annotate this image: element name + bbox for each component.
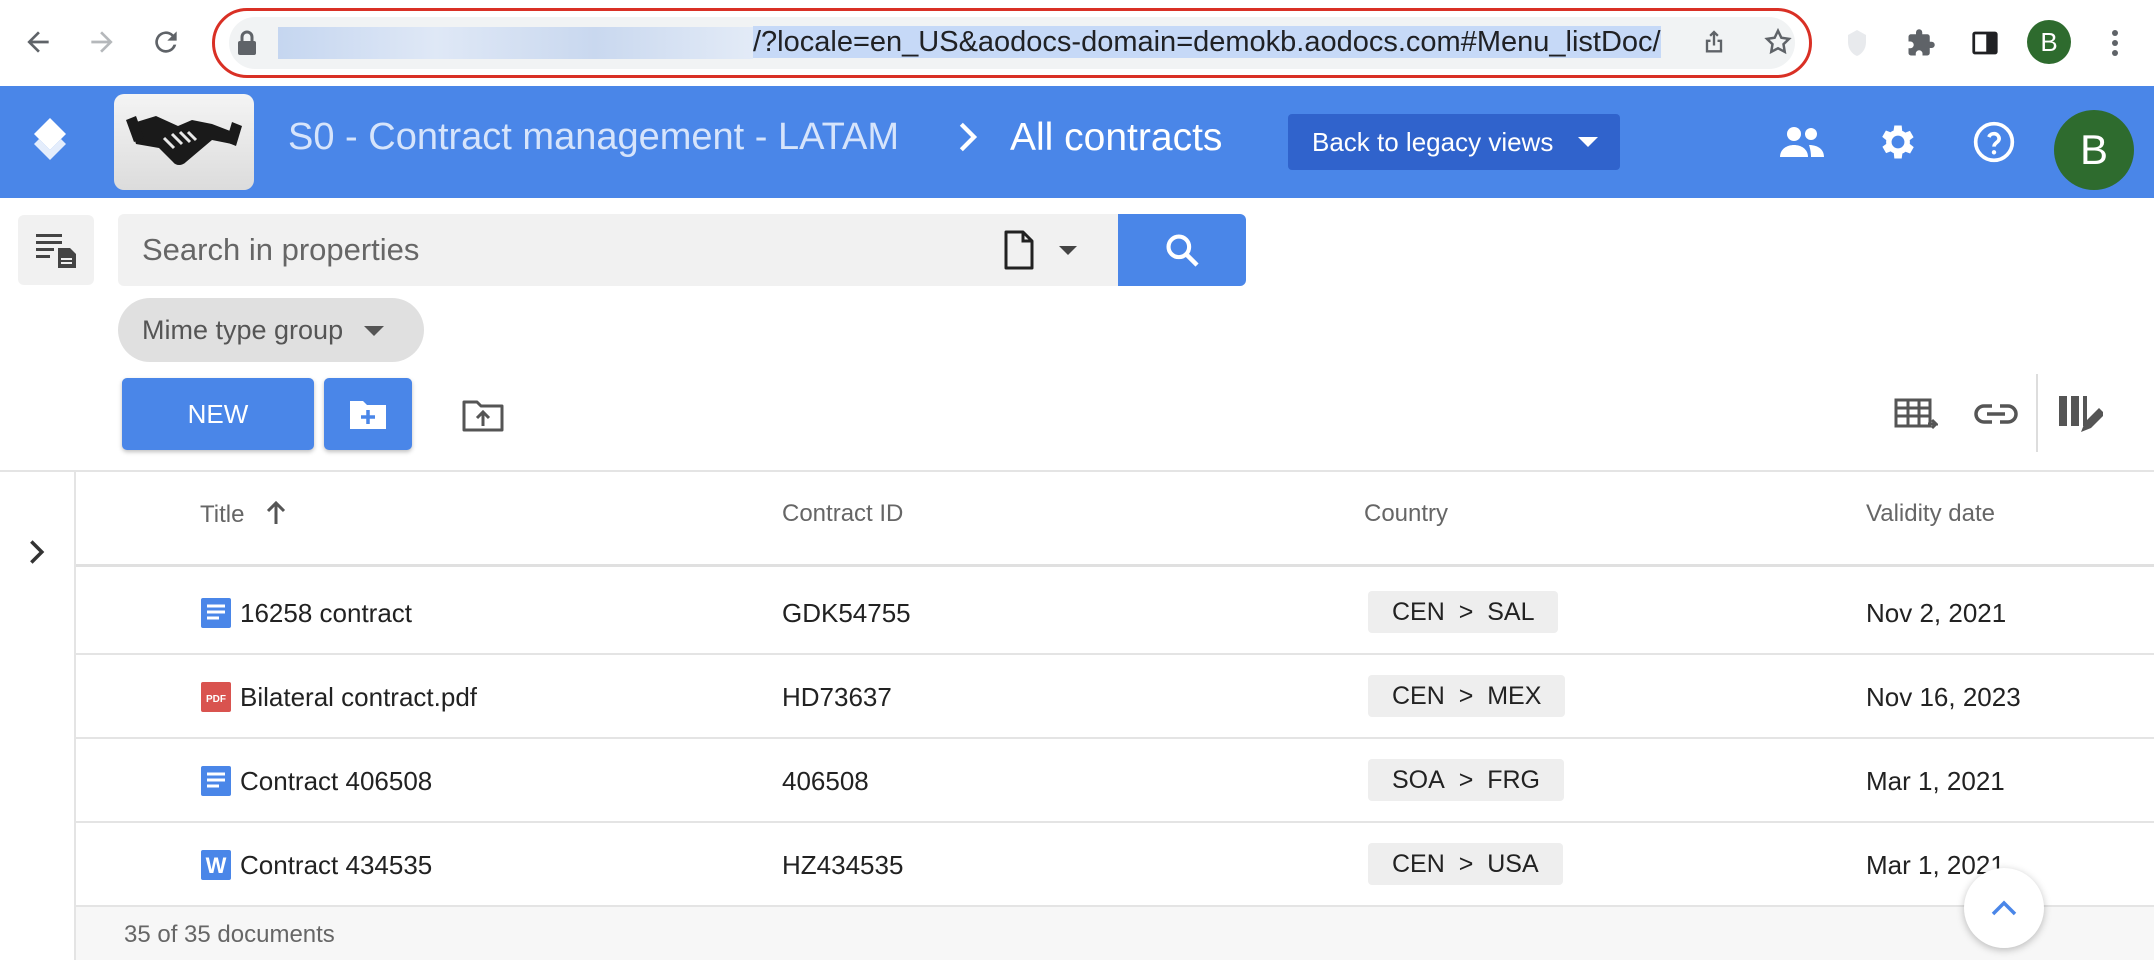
lock-icon (236, 30, 258, 56)
word-doc-icon: W (201, 850, 231, 880)
arrow-right-icon (91, 31, 113, 53)
new-folder-button[interactable] (324, 378, 412, 450)
column-header-validity-date[interactable]: Validity date (1866, 500, 1995, 528)
cell-title[interactable]: Contract 434535 (240, 823, 432, 907)
search-bar (118, 214, 1118, 286)
legacy-views-label: Back to legacy views (1312, 126, 1554, 157)
pdf-icon: PDF (201, 682, 231, 712)
search-input[interactable] (142, 214, 982, 286)
scroll-to-top-button[interactable] (1964, 868, 2044, 948)
reload-icon (155, 31, 177, 53)
legacy-views-button[interactable]: Back to legacy views (1288, 114, 1620, 170)
country-tag: CEN > USA (1368, 843, 1563, 885)
reload-button[interactable] (142, 18, 190, 66)
browser-profile-avatar[interactable]: B (2027, 20, 2071, 64)
column-title-label: Title (200, 501, 245, 528)
cell-title[interactable]: Contract 406508 (240, 739, 432, 823)
mime-type-chip-label: Mime type group (142, 314, 344, 345)
chevron-up-icon (1991, 900, 2017, 916)
toggle-sidebar-button[interactable] (18, 215, 94, 285)
header-bottom-border (76, 564, 2154, 567)
star-icon[interactable] (1758, 22, 1798, 62)
table-row[interactable]: PDF Bilateral contract.pdf HD73637 CEN >… (76, 655, 2154, 739)
cell-contract-id: HD73637 (782, 682, 892, 712)
cell-validity-date: Nov 16, 2023 (1866, 682, 2021, 712)
cell-validity-date: Nov 2, 2021 (1866, 598, 2007, 628)
svg-text:PDF: PDF (206, 694, 226, 705)
country-tag: CEN > SAL (1368, 591, 1559, 633)
view-title: All contracts (1010, 116, 1223, 159)
url-value: /?locale=en_US&aodocs-domain=demokb.aodo… (753, 26, 1661, 58)
table-row[interactable]: Contract 406508 406508 SOA > FRG Mar 1, … (76, 739, 2154, 823)
cell-title[interactable]: Bilateral contract.pdf (240, 655, 477, 739)
folder-upload-icon (462, 400, 504, 432)
upload-folder-button[interactable] (458, 390, 508, 440)
link-icon[interactable] (1970, 388, 2022, 440)
extension-shield-icon[interactable] (1834, 20, 1880, 66)
column-header-country[interactable]: Country (1364, 500, 1448, 528)
aodocs-logo-icon[interactable] (22, 114, 78, 170)
table-row[interactable]: 16258 contract GDK54755 CEN > SAL Nov 2,… (76, 571, 2154, 655)
redacted-url (278, 27, 753, 60)
table-row[interactable]: W Contract 434535 HZ434535 CEN > USA Mar… (76, 823, 2154, 907)
share-icon[interactable] (1694, 22, 1734, 62)
document-icon (1004, 230, 1034, 270)
search-icon (1166, 234, 1199, 267)
side-panel-icon[interactable] (1962, 20, 2008, 66)
google-doc-icon (201, 766, 231, 796)
document-count: 35 of 35 documents (124, 921, 335, 948)
app-header: S0 - Contract management - LATAM All con… (0, 86, 2154, 198)
export-spreadsheet-icon[interactable] (1890, 388, 1942, 440)
caret-down-icon (364, 326, 384, 336)
document-type-selector[interactable] (1003, 228, 1103, 272)
forward-button[interactable] (78, 18, 126, 66)
browser-toolbar: /?locale=en_US&aodocs-domain=demokb.aodo… (0, 0, 2154, 86)
column-header-contract-id[interactable]: Contract ID (782, 500, 903, 528)
svg-text:W: W (206, 853, 227, 878)
search-button[interactable] (1118, 214, 1246, 286)
cell-contract-id: 406508 (782, 766, 869, 796)
cell-contract-id: HZ434535 (782, 850, 904, 880)
column-header-title[interactable]: Title (200, 500, 287, 529)
cell-title[interactable]: 16258 contract (240, 571, 412, 655)
library-breadcrumb[interactable]: S0 - Contract management - LATAM (288, 116, 899, 159)
sort-ascending-arrow-icon (267, 500, 286, 524)
help-icon[interactable] (1968, 116, 2020, 168)
google-doc-icon (201, 598, 231, 628)
breadcrumb-chevron-icon (956, 120, 978, 163)
library-thumbnail[interactable] (114, 94, 254, 190)
user-avatar[interactable]: B (2054, 110, 2134, 190)
list-document-icon (36, 234, 76, 268)
country-tag: CEN > MEX (1368, 675, 1566, 717)
expand-panel-button[interactable] (18, 534, 54, 570)
mime-type-filter-chip[interactable]: Mime type group (118, 298, 424, 362)
settings-gear-icon[interactable] (1872, 116, 1924, 168)
handshake-icon (126, 116, 242, 165)
arrow-left-icon (27, 31, 49, 53)
new-document-button[interactable]: NEW (122, 378, 314, 450)
toolbar-divider (2036, 374, 2038, 452)
table-top-border (0, 470, 2154, 472)
kebab-menu-icon[interactable] (2092, 20, 2138, 66)
chevron-right-icon (30, 540, 45, 564)
cell-contract-id: GDK54755 (782, 598, 911, 628)
edit-columns-icon[interactable] (2054, 388, 2106, 440)
puzzle-icon[interactable] (1898, 20, 1944, 66)
folder-add-icon (350, 401, 386, 429)
people-icon[interactable] (1776, 116, 1828, 168)
caret-down-icon (1578, 137, 1598, 147)
back-button[interactable] (14, 18, 62, 66)
country-tag: SOA > FRG (1368, 759, 1564, 801)
caret-down-icon (1059, 246, 1077, 255)
table-footer: 35 of 35 documents (76, 907, 2154, 960)
cell-validity-date: Mar 1, 2021 (1866, 766, 2005, 796)
url-text[interactable]: /?locale=en_US&aodocs-domain=demokb.aodo… (278, 20, 1674, 64)
